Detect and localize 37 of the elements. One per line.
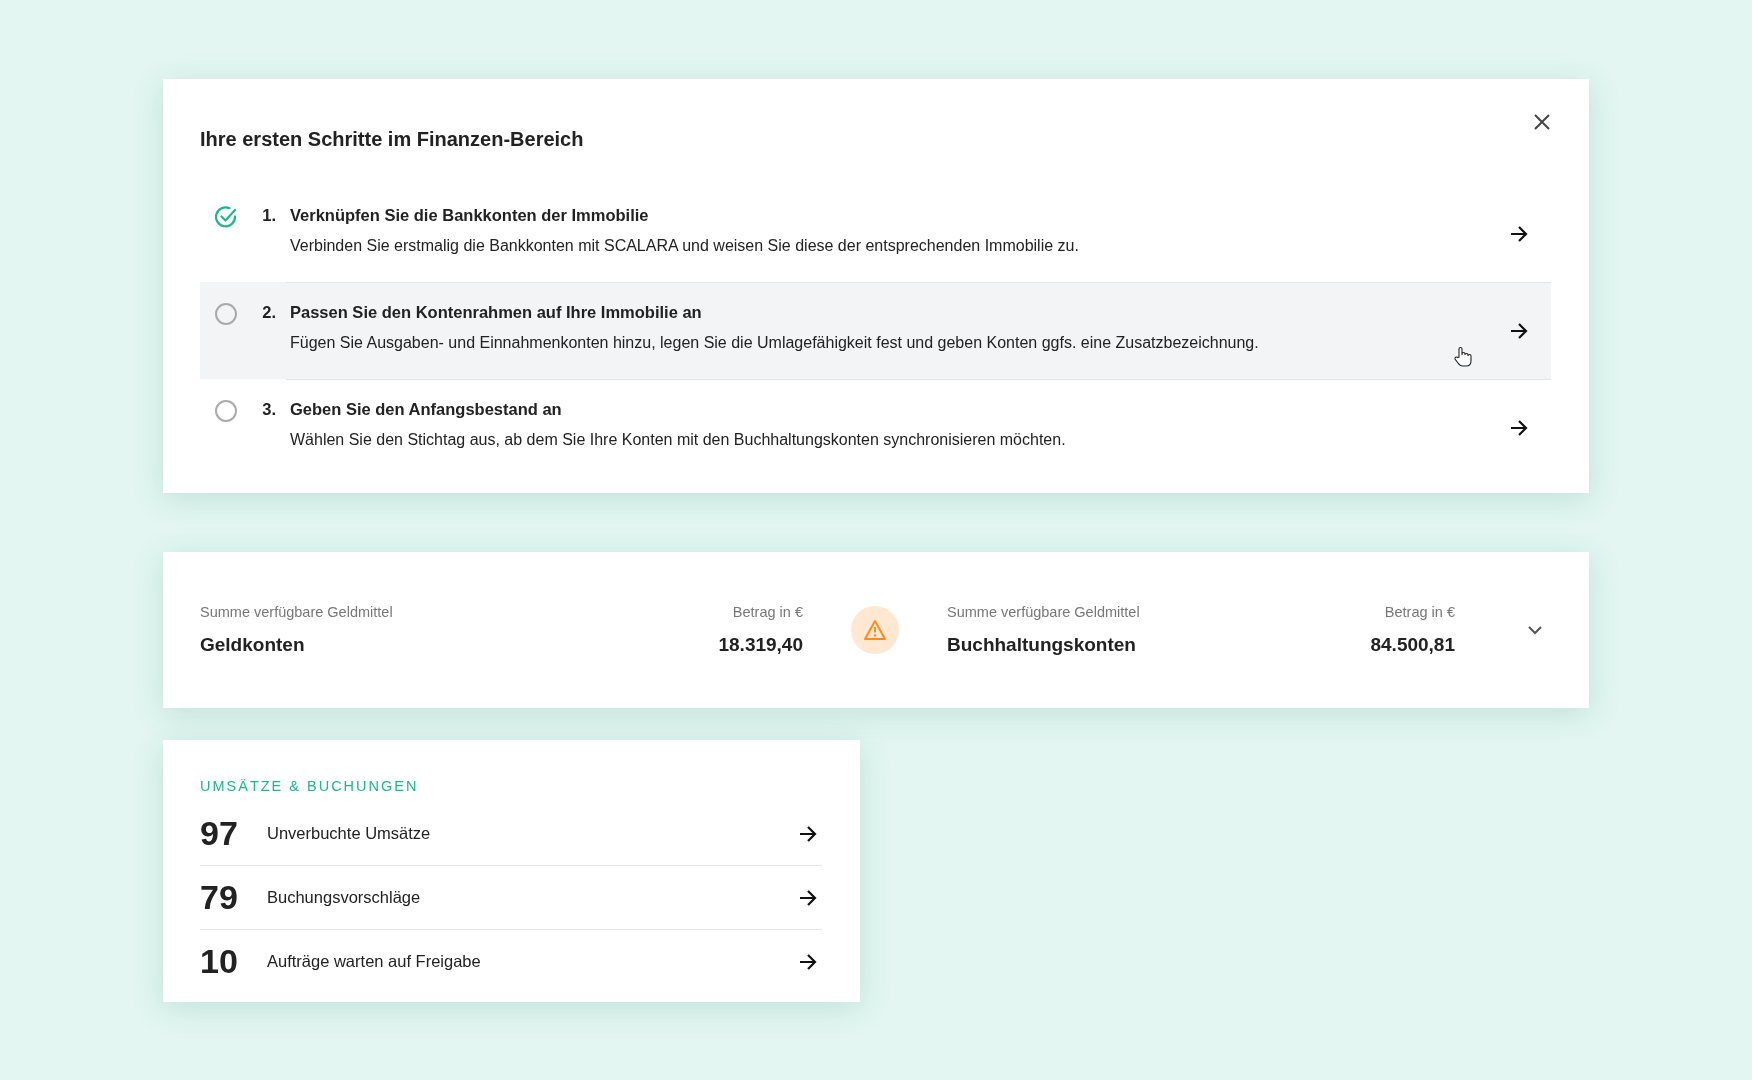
account-label: Summe verfügbare Geldmittel: [200, 604, 393, 620]
step-row[interactable]: 1. Verknüpfen Sie die Bankkonten der Immobilie Verbinden Sie erstmalig die Bankkonten mit SCALARA und weisen Sie diese der entsprechenden Immobilie zu.: [200, 185, 1551, 282]
account-label: Summe verfügbare Geldmittel: [947, 604, 1140, 620]
chevron-down-icon[interactable]: [1527, 625, 1543, 635]
step-title: Verknüpfen Sie die Bankkonten der Immobilie: [290, 206, 650, 225]
card-title: Ihre ersten Schritte im Finanzen-Bereich: [200, 126, 584, 151]
arrow-right-icon[interactable]: [798, 952, 818, 971]
section-heading: UMSÄTZE & BUCHUNGEN: [200, 778, 420, 794]
hand-cursor-icon: [1453, 346, 1473, 368]
amount-label: Betrag in €: [732, 604, 803, 620]
arrow-right-icon[interactable]: [798, 888, 818, 907]
step-row[interactable]: 3. Geben Sie den Anfangsbestand an Wählen Sie den Stichtag aus, ab dem Sie Ihre Konten mit den Buchhaltungskonten synchronisieren möchten.: [200, 379, 1551, 476]
step-description: Verbinden Sie erstmalig die Bankkonten mit SCALARA und weisen Sie diese der entsprechenden Immobilie zu.: [290, 237, 1080, 255]
step-number: 3.: [261, 399, 277, 419]
transaction-link[interactable]: Unverbuchte Umsätze: [267, 824, 798, 843]
step-description: Wählen Sie den Stichtag aus, ab dem Sie Ihre Konten mit den Buchhaltungskonten synchronisieren möchten.: [290, 431, 1067, 449]
amount-value: 18.319,40: [718, 634, 803, 656]
arrow-right-icon[interactable]: [1509, 321, 1529, 340]
arrow-right-icon[interactable]: [1509, 418, 1529, 437]
amount-label: Betrag in €: [1384, 604, 1455, 620]
account-name: Buchhaltungskonten: [947, 634, 1136, 656]
step-number: 2.: [261, 302, 277, 322]
step-title: Passen Sie den Kontenrahmen auf Ihre Immobilie an: [290, 303, 703, 322]
transaction-link[interactable]: Buchungsvorschläge: [267, 888, 798, 907]
count-number: 79: [200, 878, 239, 917]
transaction-link[interactable]: Aufträge warten auf Freigabe: [267, 952, 798, 971]
step-title: Geben Sie den Anfangsbestand an: [290, 400, 563, 419]
account-name: Geldkonten: [200, 634, 305, 656]
count-number: 97: [200, 814, 239, 853]
amount-value: 84.500,81: [1370, 634, 1455, 656]
step-description: Fügen Sie Ausgaben- und Einnahmenkonten hinzu, legen Sie die Umlagefähigkeit fest und geben Konten ggfs. eine Zusatzbezeichnung.: [290, 334, 1260, 352]
step-row[interactable]: 2. Passen Sie den Kontenrahmen auf Ihre Immobilie an Fügen Sie Ausgaben- und Einnahmenkonten hinzu, legen Sie die Umlagefähigkeit fest und geben Konten ggfs. eine Zusatzbezeichnung.: [200, 282, 1551, 379]
close-icon: [1533, 113, 1551, 131]
count-number: 10: [200, 942, 239, 981]
arrow-right-icon[interactable]: [798, 824, 818, 843]
step-number: 1.: [261, 205, 277, 225]
arrow-right-icon[interactable]: [1509, 224, 1529, 243]
